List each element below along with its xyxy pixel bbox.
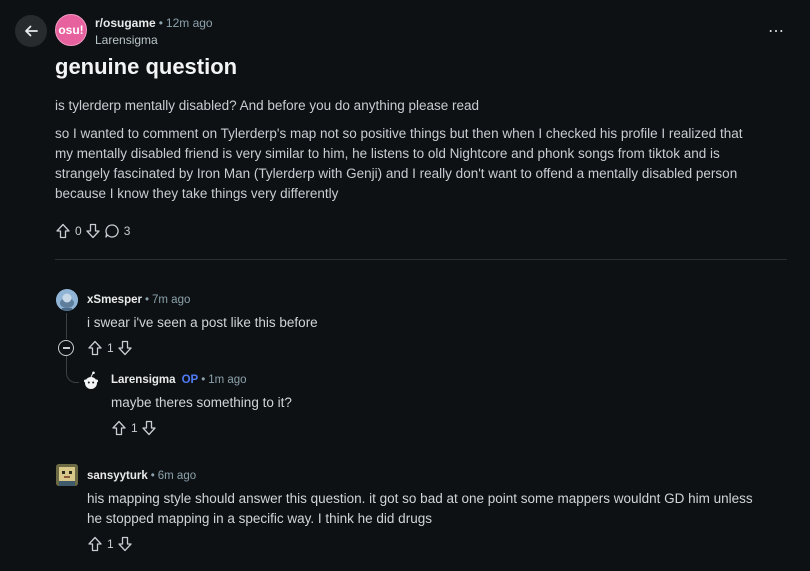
downvote-icon xyxy=(142,420,156,436)
comments-button[interactable]: 3 xyxy=(104,223,131,239)
pixel-avatar-icon xyxy=(56,464,78,486)
comment-score: 1 xyxy=(107,537,114,551)
comment-meta: xSmesper • 7m ago xyxy=(87,294,190,306)
comment-age: 1m ago xyxy=(208,374,247,386)
comment-age: 7m ago xyxy=(152,294,191,306)
comment-author[interactable]: xSmesper xyxy=(87,294,142,306)
upvote-button[interactable] xyxy=(111,420,127,436)
back-button[interactable] xyxy=(15,15,47,47)
downvote-button[interactable] xyxy=(85,223,101,239)
upvote-icon xyxy=(88,536,102,552)
comment-meta: sansyyturk • 6m ago xyxy=(87,470,196,482)
post-score: 0 xyxy=(75,224,82,238)
comment-author[interactable]: Larensigma xyxy=(111,374,176,386)
separator-dot: • xyxy=(158,16,163,30)
thread-line xyxy=(66,313,67,339)
subreddit-avatar[interactable]: osu! xyxy=(55,14,87,46)
post-age: 12m ago xyxy=(165,16,213,30)
comment-actions: 1 xyxy=(87,536,133,552)
upvote-icon xyxy=(88,340,102,356)
post-body-line: my mentally disabled friend is very simi… xyxy=(55,146,720,161)
post-author[interactable]: Larensigma xyxy=(95,33,158,47)
snoo-avatar-icon xyxy=(84,371,98,389)
comment-author[interactable]: sansyyturk xyxy=(87,470,148,482)
op-badge: OP xyxy=(181,374,199,386)
more-options-icon[interactable]: ⋯ xyxy=(768,21,785,41)
minus-icon xyxy=(62,347,70,349)
comment-actions: 1 xyxy=(87,340,133,356)
downvote-icon xyxy=(86,223,100,239)
comment-score: 1 xyxy=(131,421,138,435)
upvote-icon xyxy=(112,420,126,436)
avatar[interactable] xyxy=(56,464,78,486)
subreddit-link[interactable]: r/osugame xyxy=(95,16,156,30)
comment-text: maybe theres something to it? xyxy=(111,395,292,410)
post-body-line: so I wanted to comment on Tylerderp's ma… xyxy=(55,126,743,141)
comment-score: 1 xyxy=(107,341,114,355)
comment-meta: Larensigma OP • 1m ago xyxy=(111,374,247,386)
comment-text: his mapping style should answer this que… xyxy=(87,489,787,529)
comment-count: 3 xyxy=(123,224,131,238)
post-body-paragraph-1: is tylerderp mentally disabled? And befo… xyxy=(55,98,480,113)
collapse-thread-button[interactable] xyxy=(58,340,74,356)
comment-text-line: his mapping style should answer this que… xyxy=(87,491,753,506)
comment-age: 6m ago xyxy=(157,470,197,482)
avatar[interactable] xyxy=(80,370,102,392)
avatar[interactable] xyxy=(56,289,78,311)
arrow-left-icon xyxy=(25,25,38,37)
subreddit-icon-text: osu! xyxy=(58,23,84,37)
separator-dot: • xyxy=(144,294,150,306)
separator-dot: • xyxy=(150,470,155,482)
reply-connector xyxy=(66,368,79,383)
comment-text: i swear i've seen a post like this befor… xyxy=(87,315,318,330)
downvote-button[interactable] xyxy=(141,420,157,436)
post-body-paragraph-2: so I wanted to comment on Tylerderp's ma… xyxy=(55,124,775,204)
post-meta: r/osugame • 12m ago xyxy=(95,16,213,31)
downvote-button[interactable] xyxy=(117,340,133,356)
separator-dot: • xyxy=(201,374,206,386)
downvote-icon xyxy=(118,340,132,356)
divider xyxy=(55,259,787,260)
comment-bubble-icon xyxy=(105,224,119,238)
upvote-button[interactable] xyxy=(87,340,103,356)
upvote-button[interactable] xyxy=(55,223,71,239)
snoo-avatar-icon xyxy=(56,289,78,311)
upvote-button[interactable] xyxy=(87,536,103,552)
comment-text-line: he stopped mapping in a specific way. I … xyxy=(87,511,432,526)
downvote-button[interactable] xyxy=(117,536,133,552)
downvote-icon xyxy=(118,536,132,552)
comment-actions: 1 xyxy=(111,420,157,436)
post-actions: 0 3 xyxy=(55,223,130,239)
post-body-line: strangely fascinated by Iron Man (Tylerd… xyxy=(55,166,738,181)
post-body-line: because I know they take things very dif… xyxy=(55,186,339,201)
upvote-icon xyxy=(56,223,70,239)
post-title: genuine question xyxy=(55,54,238,79)
